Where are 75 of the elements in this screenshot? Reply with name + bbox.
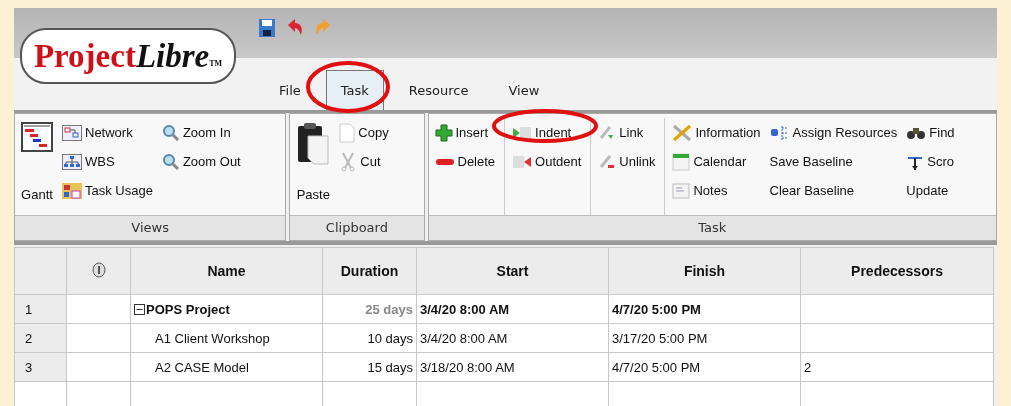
task-name-cell: POPS Project xyxy=(130,294,323,324)
ribbon-button[interactable]: Cut xyxy=(339,147,389,176)
menu-tab[interactable]: View xyxy=(493,70,555,110)
ribbon-button[interactable]: Task Usage xyxy=(62,176,153,205)
ribbon-button[interactable]: Indent xyxy=(512,118,582,147)
unlink-icon xyxy=(598,152,617,171)
ribbon-button[interactable]: Find xyxy=(906,118,955,147)
ribbon-button[interactable]: Copy xyxy=(339,118,389,147)
duration-cell: 10 days xyxy=(322,323,417,353)
ribbon-button[interactable]: Scro xyxy=(906,147,955,176)
ribbon-button[interactable]: Zoom In xyxy=(161,118,241,147)
ribbon-button[interactable]: Notes xyxy=(672,176,761,205)
hierarchy-icon xyxy=(62,153,82,170)
menu-tab[interactable]: Resource xyxy=(393,70,484,110)
undo-icon[interactable] xyxy=(286,18,304,36)
ribbon-button[interactable]: Delete xyxy=(434,147,496,176)
task-usage-icon xyxy=(62,182,82,199)
ribbon-button[interactable]: Clear Baseline xyxy=(769,176,898,205)
menu-tab[interactable]: File xyxy=(264,70,316,110)
column-header[interactable]: Name xyxy=(130,247,323,295)
row-number: 3 xyxy=(14,352,67,382)
date-cell: 3/4/20 8:00 AM xyxy=(416,323,609,353)
ribbon-button[interactable]: Link xyxy=(598,118,656,147)
column-header[interactable]: Finish xyxy=(608,247,801,295)
calendar-icon xyxy=(672,152,691,171)
ribbon-button[interactable]: Gantt xyxy=(21,118,53,202)
zoom-in-icon xyxy=(161,123,180,142)
duration-cell: 25 days xyxy=(322,294,417,324)
tools-icon xyxy=(672,123,693,142)
group-label: Task xyxy=(428,215,996,240)
ribbon-button[interactable]: Information xyxy=(672,118,761,147)
date-cell: 4/7/20 5:00 PM xyxy=(608,352,801,382)
row-number: 2 xyxy=(14,323,67,353)
ribbon-button[interactable]: Paste xyxy=(296,118,331,202)
ribbon-button[interactable]: Save Baseline xyxy=(769,147,898,176)
plus-icon xyxy=(434,123,453,142)
zoom-out-icon xyxy=(161,152,180,171)
projectlibre-logo: ProjectLibreTM xyxy=(20,28,236,84)
ribbon-button[interactable]: Assign Resources xyxy=(769,118,898,147)
collapse-icon[interactable] xyxy=(134,303,145,315)
row-number: 1 xyxy=(14,294,67,324)
outdent-icon xyxy=(512,153,533,170)
minus-icon xyxy=(434,156,455,167)
menu-tab[interactable]: Task xyxy=(325,70,384,110)
duration-cell: 15 days xyxy=(322,352,417,382)
task-name-cell: A2 CASE Model xyxy=(130,352,323,382)
ribbon-button[interactable]: Update xyxy=(906,176,955,205)
ribbon-button[interactable]: Outdent xyxy=(512,147,582,176)
clipboard-icon xyxy=(296,122,331,166)
page-icon xyxy=(339,122,356,143)
date-cell: 4/7/20 5:00 PM xyxy=(608,294,801,324)
network-diagram-icon xyxy=(62,124,82,141)
ribbon-button[interactable]: Unlink xyxy=(598,147,656,176)
indent-icon xyxy=(512,124,533,141)
ribbon-button[interactable]: Zoom Out xyxy=(161,147,241,176)
scissors-icon xyxy=(339,151,358,172)
group-label: Clipboard xyxy=(290,215,424,240)
predecessors-cell: 2 xyxy=(800,352,994,382)
save-icon[interactable] xyxy=(258,18,276,38)
ribbon-button[interactable]: WBS xyxy=(62,147,153,176)
ribbon-button[interactable]: Network xyxy=(62,118,153,147)
column-header[interactable]: Start xyxy=(416,247,609,295)
group-label: Views xyxy=(15,215,286,240)
column-header[interactable]: Predecessors xyxy=(800,247,994,295)
gantt-chart-icon xyxy=(21,122,53,152)
ribbon-button[interactable]: Calendar xyxy=(672,147,761,176)
ribbon-button[interactable]: Insert xyxy=(434,118,496,147)
date-cell: 3/17/20 5:00 PM xyxy=(608,323,801,353)
date-cell: 3/4/20 8:00 AM xyxy=(416,294,609,324)
task-name-cell: A1 Client Workshop xyxy=(130,323,323,353)
column-header[interactable]: Duration xyxy=(322,247,417,295)
assign-resources-icon xyxy=(769,123,790,142)
date-cell: 3/18/20 8:00 AM xyxy=(416,352,609,382)
note-icon xyxy=(672,182,691,199)
info-indicator-icon xyxy=(91,261,106,278)
